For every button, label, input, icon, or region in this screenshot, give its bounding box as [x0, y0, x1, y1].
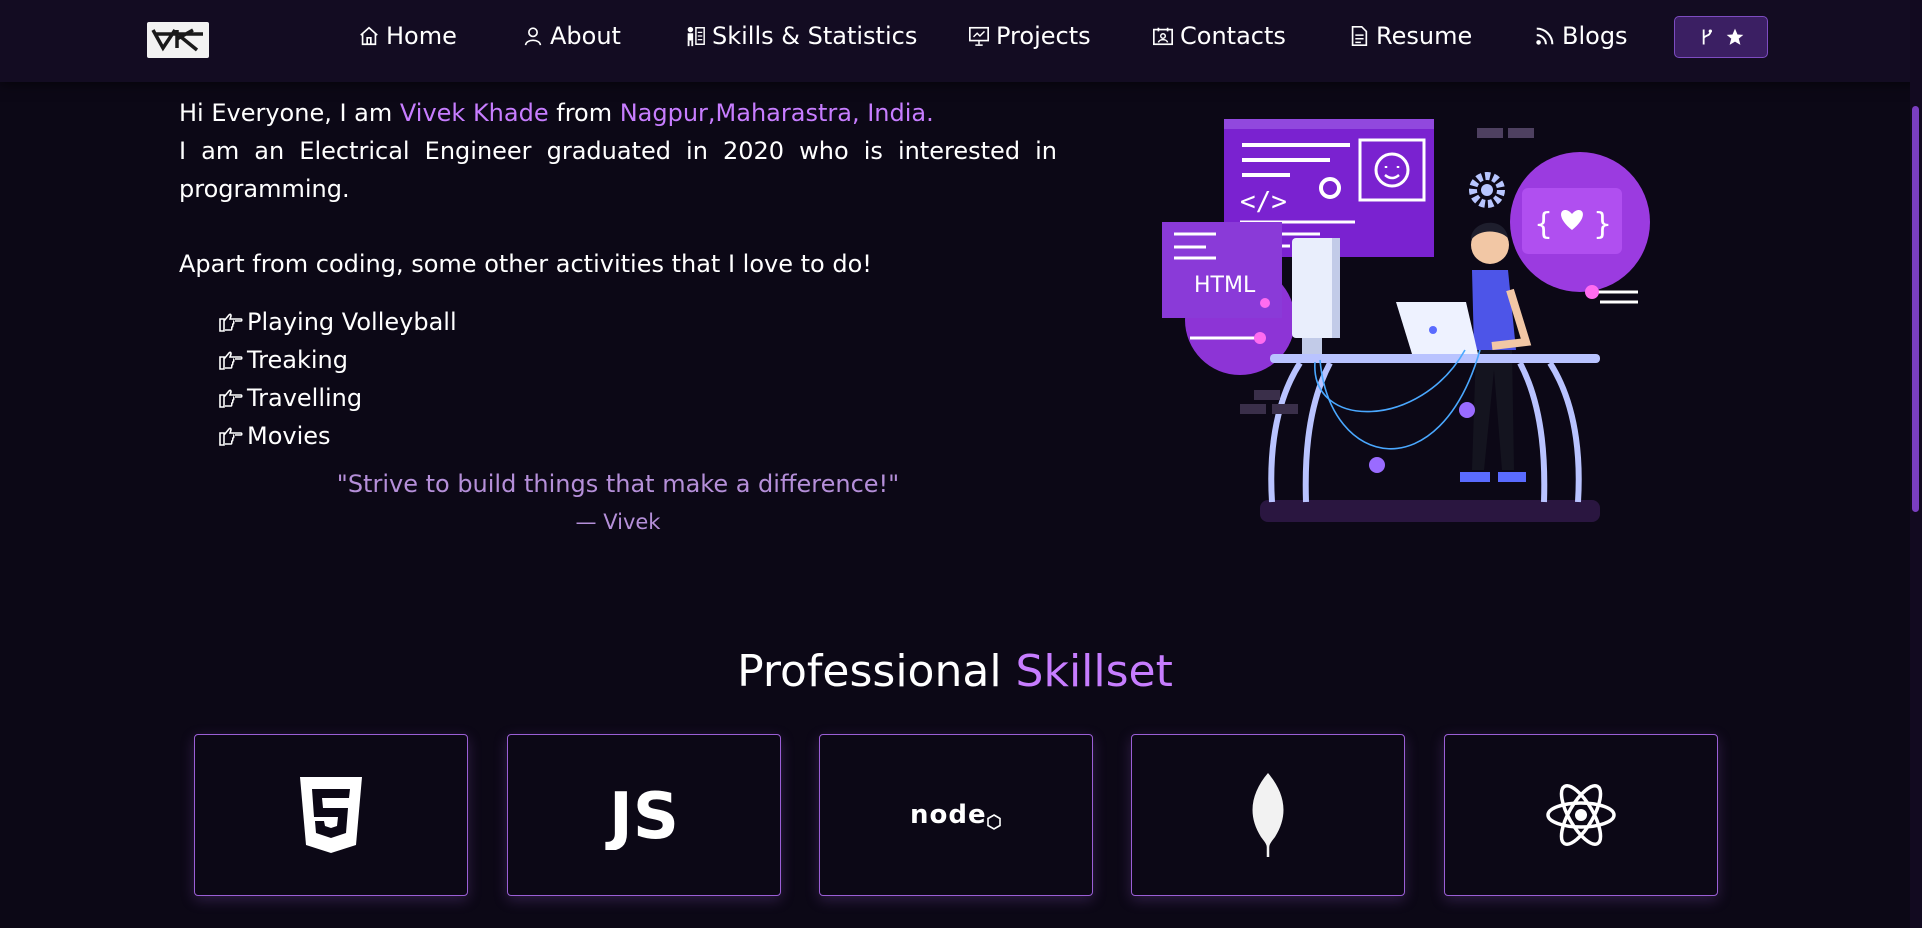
intro-greeting: Hi Everyone, I am Vivek Khade from Nagpu… — [179, 94, 1057, 132]
nav-resume[interactable]: Resume — [1348, 20, 1472, 52]
skillset-heading-pre: Professional — [737, 646, 1016, 697]
nav-skills-statistics[interactable]: Skills & Statistics — [684, 20, 917, 52]
javascript-icon: JS — [605, 780, 679, 850]
nav-home[interactable]: Home — [358, 20, 457, 52]
hobby-label: Playing Volleyball — [247, 308, 457, 336]
nav-home-label: Home — [386, 22, 457, 50]
site-logo[interactable] — [147, 22, 209, 58]
list-item: Movies — [217, 417, 1057, 455]
github-star-fork-button[interactable] — [1674, 16, 1768, 58]
skill-card-javascript[interactable]: JS — [507, 734, 781, 896]
skill-card-nodejs[interactable]: node — [819, 734, 1093, 896]
navbar: Home About Skills & Statistics Projects … — [0, 0, 1922, 82]
document-icon — [1351, 26, 1368, 46]
skillset-heading-accent: Skillset — [1015, 646, 1173, 697]
nav-about-label: About — [550, 22, 621, 50]
svg-text:</>: </> — [1240, 187, 1287, 217]
author-location: Nagpur,Maharastra, India. — [619, 99, 934, 127]
home-icon — [360, 26, 378, 46]
html5-icon — [300, 777, 362, 853]
list-item: Treaking — [217, 341, 1057, 379]
skillset-heading: Professional Skillset — [0, 646, 1910, 697]
skills-icon — [687, 26, 705, 47]
star-icon — [1726, 28, 1744, 45]
author-name: Vivek Khade — [399, 99, 549, 127]
developer-illustration: </> HTML { } — [1162, 119, 1650, 522]
hobbies-list: Playing Volleyball Treaking Travelling M… — [179, 303, 1057, 455]
nav-blogs-label: Blogs — [1562, 22, 1628, 50]
git-fork-icon — [1702, 29, 1712, 45]
user-icon — [524, 27, 542, 46]
nav-about[interactable]: About — [522, 20, 621, 52]
nodejs-icon: node — [910, 800, 1001, 830]
scrollbar-thumb[interactable] — [1912, 106, 1919, 512]
svg-text:{: { — [1534, 207, 1553, 242]
greeting-text: Hi Everyone, I am — [179, 99, 400, 127]
nav-blogs[interactable]: Blogs — [1534, 20, 1628, 52]
greeting-from: from — [548, 99, 620, 127]
nav-projects[interactable]: Projects — [968, 20, 1091, 52]
node-label: node — [910, 800, 987, 830]
activities-intro: Apart from coding, some other activities… — [179, 250, 872, 278]
nav-contacts[interactable]: Contacts — [1152, 20, 1286, 52]
nav-skills-label: Skills & Statistics — [712, 22, 918, 50]
mongodb-leaf-icon — [1252, 773, 1284, 857]
about-intro: Hi Everyone, I am Vivek Khade from Nagpu… — [179, 94, 1057, 455]
contact-card-icon — [1153, 27, 1173, 46]
vk-logo-icon — [151, 28, 203, 52]
html-card-label: HTML — [1194, 273, 1256, 298]
quote-text: "Strive to build things that make a diff… — [336, 470, 900, 498]
skill-card-react[interactable] — [1444, 734, 1718, 896]
pointing-hand-icon — [219, 389, 243, 408]
hobby-label: Movies — [247, 422, 331, 450]
hobby-label: Treaking — [247, 346, 348, 374]
presentation-icon — [969, 26, 989, 46]
list-item: Playing Volleyball — [217, 303, 1057, 341]
quote-author: — Vivek — [575, 510, 661, 534]
skill-card-mongodb[interactable] — [1131, 734, 1405, 896]
nav-resume-label: Resume — [1376, 22, 1473, 50]
hobby-label: Travelling — [247, 384, 363, 412]
pointing-hand-icon — [219, 351, 243, 370]
pointing-hand-icon — [219, 313, 243, 332]
react-icon — [1546, 784, 1616, 846]
intro-bio: I am an Electrical Engineer graduated in… — [179, 137, 1057, 203]
svg-text:}: } — [1593, 207, 1612, 242]
pointing-hand-icon — [219, 427, 243, 446]
skill-card-html5[interactable] — [194, 734, 468, 896]
js-label: JS — [605, 780, 679, 850]
rss-feed-icon — [1536, 27, 1554, 45]
nav-contacts-label: Contacts — [1180, 22, 1286, 50]
list-item: Travelling — [217, 379, 1057, 417]
nav-projects-label: Projects — [996, 22, 1091, 50]
